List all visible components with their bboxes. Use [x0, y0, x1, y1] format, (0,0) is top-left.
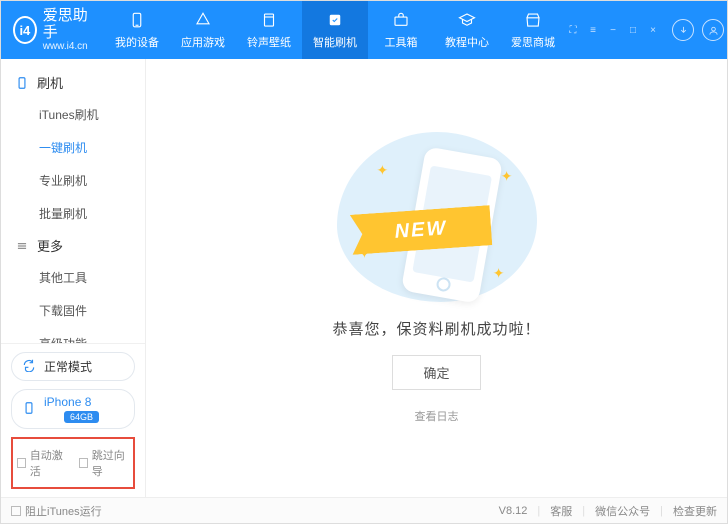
check-update-link[interactable]: 检查更新	[673, 503, 717, 519]
sparkle-icon: ✦	[493, 265, 505, 282]
refresh-icon	[22, 358, 36, 375]
tab-tutorials[interactable]: 教程中心	[434, 1, 500, 59]
statusbar: 阻止iTunes运行 V8.12 | 客服 | 微信公众号 | 检查更新	[1, 497, 727, 523]
sidebar-bottom: 正常模式 iPhone 8 64GB 自动激活 跳过向导	[1, 343, 145, 497]
sidebar-section-more[interactable]: 更多	[1, 230, 145, 261]
section-title: 更多	[37, 236, 63, 255]
maximize-icon[interactable]: □	[626, 25, 640, 36]
support-link[interactable]: 客服	[550, 503, 572, 519]
cart-icon[interactable]: ⛶	[566, 25, 580, 36]
tab-label: 智能刷机	[313, 34, 357, 50]
sidebar: 刷机 iTunes刷机 一键刷机 专业刷机 批量刷机 更多 其他工具 下载固件 …	[1, 59, 146, 497]
sparkle-icon: ✦	[501, 168, 513, 185]
sidebar-section-flash[interactable]: 刷机	[1, 67, 145, 98]
view-log-link[interactable]: 查看日志	[415, 408, 459, 424]
version-label: V8.12	[499, 505, 528, 517]
tab-toolbox[interactable]: 工具箱	[368, 1, 434, 59]
app-window: i4 爱思助手 www.i4.cn 我的设备 应用游戏 铃声壁纸 智能刷机	[0, 0, 728, 524]
sidebar-item-batch-flash[interactable]: 批量刷机	[1, 197, 145, 230]
brand: i4 爱思助手 www.i4.cn	[1, 8, 104, 52]
titlebar-right: ⛶ ≡ − □ ×	[566, 19, 728, 41]
titlebar: i4 爱思助手 www.i4.cn 我的设备 应用游戏 铃声壁纸 智能刷机	[1, 1, 727, 59]
capacity-badge: 64GB	[64, 411, 99, 423]
options-row: 自动激活 跳过向导	[11, 437, 135, 489]
tab-label: 应用游戏	[181, 34, 225, 50]
download-button[interactable]	[672, 19, 694, 41]
success-illustration: ✦ ✦ ✦ ✦ NEW	[337, 132, 537, 302]
tab-label: 铃声壁纸	[247, 34, 291, 50]
store-icon	[523, 10, 543, 30]
auto-activate-checkbox[interactable]: 自动激活	[17, 447, 67, 479]
sparkle-icon: ✦	[377, 162, 389, 179]
tab-label: 爱思商城	[511, 34, 555, 50]
mode-label: 正常模式	[44, 358, 92, 375]
sidebar-item-advanced[interactable]: 高级功能	[1, 327, 145, 343]
tab-label: 教程中心	[445, 34, 489, 50]
graduation-icon	[457, 10, 477, 30]
note-icon	[259, 10, 279, 30]
block-itunes-checkbox[interactable]: 阻止iTunes运行	[11, 503, 102, 519]
apps-icon	[193, 10, 213, 30]
nav-tabs: 我的设备 应用游戏 铃声壁纸 智能刷机 工具箱 教程中心	[104, 1, 566, 59]
menu-icon[interactable]: ≡	[586, 25, 600, 36]
checkbox-label: 阻止iTunes运行	[25, 503, 102, 519]
brand-name: 爱思助手	[43, 8, 92, 41]
phone-icon	[127, 10, 147, 30]
phone-icon	[15, 76, 29, 90]
sidebar-item-other-tools[interactable]: 其他工具	[1, 261, 145, 294]
section-title: 刷机	[37, 73, 63, 92]
ok-button[interactable]: 确定	[392, 355, 480, 390]
tab-label: 工具箱	[385, 34, 418, 50]
tab-ringtones[interactable]: 铃声壁纸	[236, 1, 302, 59]
window-controls: ⛶ ≡ − □ ×	[566, 25, 660, 36]
skip-guide-checkbox[interactable]: 跳过向导	[79, 447, 129, 479]
close-icon[interactable]: ×	[646, 25, 660, 36]
sidebar-item-itunes-flash[interactable]: iTunes刷机	[1, 98, 145, 131]
tab-apps[interactable]: 应用游戏	[170, 1, 236, 59]
main-panel: ✦ ✦ ✦ ✦ NEW 恭喜您，保资料刷机成功啦！ 确定 查看日志	[146, 59, 727, 497]
checkbox-label: 自动激活	[30, 447, 67, 479]
brand-url: www.i4.cn	[43, 41, 92, 52]
minimize-icon[interactable]: −	[606, 25, 620, 36]
tab-flash[interactable]: 智能刷机	[302, 1, 368, 59]
tab-my-device[interactable]: 我的设备	[104, 1, 170, 59]
mode-chip[interactable]: 正常模式	[11, 352, 135, 381]
phone-icon	[22, 401, 36, 418]
brand-logo-icon: i4	[13, 16, 37, 44]
sidebar-item-download-firmware[interactable]: 下载固件	[1, 294, 145, 327]
device-name: iPhone 8	[44, 395, 99, 409]
success-message: 恭喜您，保资料刷机成功啦！	[332, 318, 540, 339]
tab-label: 我的设备	[115, 34, 159, 50]
sidebar-item-pro-flash[interactable]: 专业刷机	[1, 164, 145, 197]
sidebar-item-one-click-flash[interactable]: 一键刷机	[1, 131, 145, 164]
wechat-link[interactable]: 微信公众号	[595, 503, 650, 519]
user-button[interactable]	[702, 19, 724, 41]
device-chip[interactable]: iPhone 8 64GB	[11, 389, 135, 429]
toolbox-icon	[391, 10, 411, 30]
more-icon	[15, 239, 29, 253]
tab-store[interactable]: 爱思商城	[500, 1, 566, 59]
checkbox-label: 跳过向导	[92, 447, 129, 479]
flash-icon	[325, 10, 345, 30]
body: 刷机 iTunes刷机 一键刷机 专业刷机 批量刷机 更多 其他工具 下载固件 …	[1, 59, 727, 497]
